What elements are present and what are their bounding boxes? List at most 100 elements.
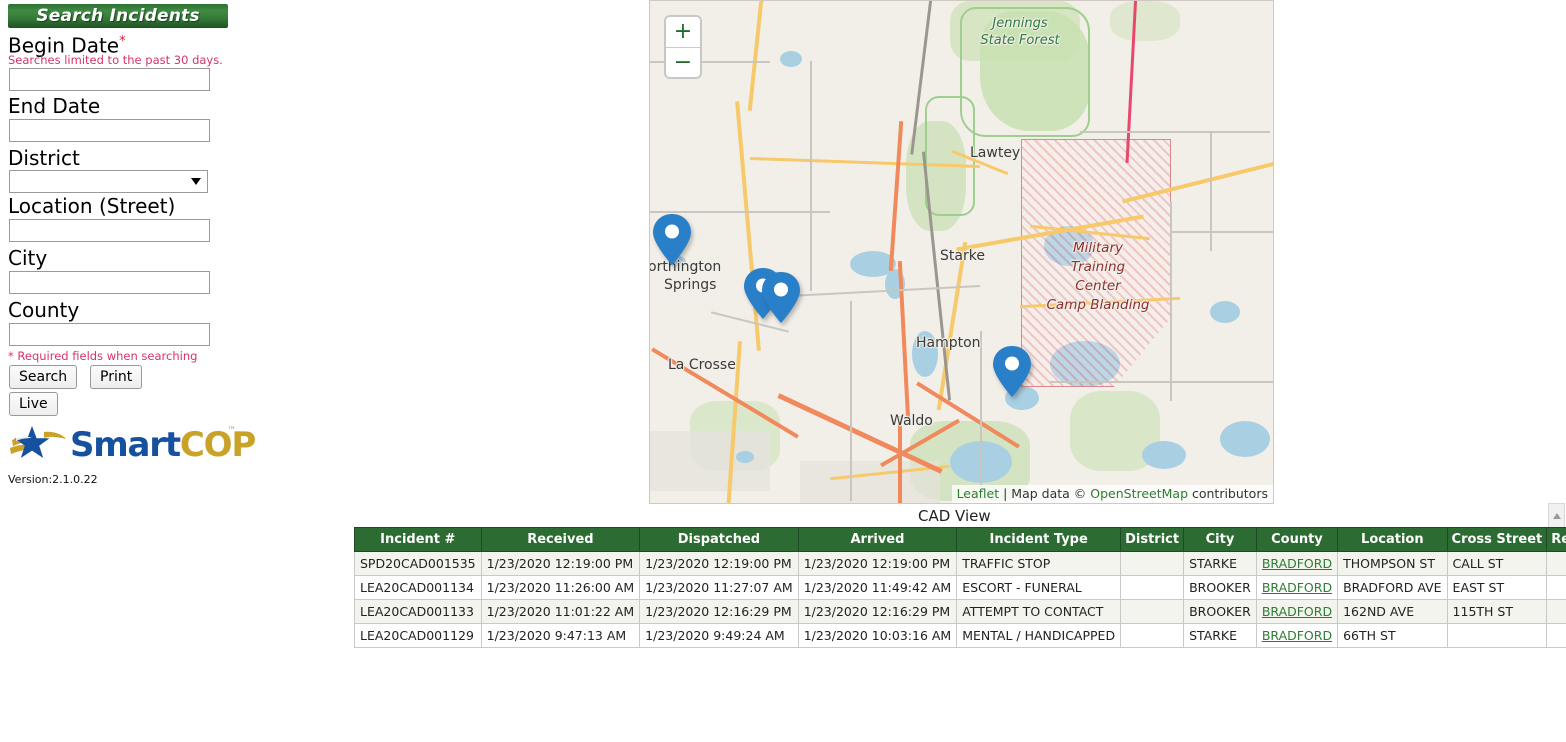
cell-district xyxy=(1121,600,1184,624)
cell-district xyxy=(1121,552,1184,576)
map-label-worthington-springs-line2: Springs xyxy=(664,277,716,293)
cell-city: STARKE xyxy=(1184,624,1257,648)
cell-incident-type: ESCORT - FUNERAL xyxy=(957,576,1121,600)
column-header-county[interactable]: County xyxy=(1256,528,1337,552)
incidents-table: Incident # Received Dispatched Arrived I… xyxy=(354,527,1566,648)
table-row[interactable]: LEA20CAD001134 1/23/2020 11:26:00 AM 1/2… xyxy=(355,576,1566,600)
live-button[interactable]: Live xyxy=(9,392,58,416)
cell-incident-number: SPD20CAD001535 xyxy=(355,552,482,576)
incident-map[interactable]: Jennings State Forest Military Training … xyxy=(649,0,1274,504)
openstreetmap-link[interactable]: OpenStreetMap xyxy=(1090,486,1188,501)
map-zoom-control[interactable]: + − xyxy=(664,15,702,79)
scroll-up-icon xyxy=(1553,513,1561,519)
cell-arrived: 1/23/2020 10:03:16 AM xyxy=(798,624,957,648)
cell-cross-street: EAST ST xyxy=(1447,576,1547,600)
map-label-starke: Starke xyxy=(940,248,985,264)
cell-received: 1/23/2020 12:19:00 PM xyxy=(481,552,640,576)
map-water xyxy=(780,51,802,67)
location-street-label: Location (Street) xyxy=(8,194,175,218)
cell-location: BRADFORD AVE xyxy=(1338,576,1447,600)
column-header-city[interactable]: City xyxy=(1184,528,1257,552)
column-header-location[interactable]: Location xyxy=(1338,528,1447,552)
search-button[interactable]: Search xyxy=(9,365,77,389)
zoom-out-button[interactable]: − xyxy=(666,47,700,77)
cell-location: 66TH ST xyxy=(1338,624,1447,648)
logo-text-cop: COP xyxy=(180,425,255,465)
cell-received: 1/23/2020 9:47:13 AM xyxy=(481,624,640,648)
cell-cross-street: CALL ST xyxy=(1447,552,1547,576)
military-label-line4: Camp Blanding xyxy=(1008,296,1188,315)
cell-location: 162ND AVE xyxy=(1338,600,1447,624)
table-row[interactable]: LEA20CAD001129 1/23/2020 9:47:13 AM 1/23… xyxy=(355,624,1566,648)
county-link[interactable]: BRADFORD xyxy=(1262,580,1332,595)
county-label: County xyxy=(8,298,79,322)
forest-label-line1: Jennings xyxy=(950,15,1090,32)
cell-dispatched: 1/23/2020 12:19:00 PM xyxy=(640,552,799,576)
map-road xyxy=(810,61,812,291)
cell-city: BROOKER xyxy=(1184,576,1257,600)
cell-received: 1/23/2020 11:26:00 AM xyxy=(481,576,640,600)
column-header-incident-number[interactable]: Incident # xyxy=(355,528,482,552)
map-road xyxy=(1170,231,1274,233)
city-input[interactable] xyxy=(9,271,210,294)
search-incidents-sidebar: Search Incidents Begin Date* Searches li… xyxy=(0,0,240,500)
begin-date-input[interactable] xyxy=(9,68,210,91)
cell-cross-street xyxy=(1447,624,1547,648)
county-input[interactable] xyxy=(9,323,210,346)
incidents-table-container: Incident # Received Dispatched Arrived I… xyxy=(354,527,1558,647)
city-label: City xyxy=(8,246,47,270)
map-marker-incident[interactable] xyxy=(991,345,1035,401)
end-date-label: End Date xyxy=(8,94,100,118)
cell-incident-number: LEA20CAD001134 xyxy=(355,576,482,600)
column-header-dispatched[interactable]: Dispatched xyxy=(640,528,799,552)
smartcop-star-icon xyxy=(8,424,68,468)
cell-dispatched: 1/23/2020 11:27:07 AM xyxy=(640,576,799,600)
map-road xyxy=(1080,131,1270,133)
cell-county: BRADFORD xyxy=(1256,552,1337,576)
cell-arrived: 1/23/2020 12:19:00 PM xyxy=(798,552,957,576)
district-label: District xyxy=(8,146,80,170)
map-label-waldo: Waldo xyxy=(890,413,933,429)
column-header-arrived[interactable]: Arrived xyxy=(798,528,957,552)
cell-dispatched: 1/23/2020 12:16:29 PM xyxy=(640,600,799,624)
district-select[interactable] xyxy=(9,170,208,193)
column-header-incident-type[interactable]: Incident Type xyxy=(957,528,1121,552)
map-marker-incident[interactable] xyxy=(651,213,695,269)
zoom-in-button[interactable]: + xyxy=(666,17,700,47)
forest-label-line2: State Forest xyxy=(950,32,1090,49)
cell-incident-type: ATTEMPT TO CONTACT xyxy=(957,600,1121,624)
column-header-district[interactable]: District xyxy=(1121,528,1184,552)
map-landcover xyxy=(1110,1,1180,41)
county-link[interactable]: BRADFORD xyxy=(1262,604,1332,619)
required-fields-note: * Required fields when searching xyxy=(8,350,197,363)
cell-incident-type: MENTAL / HANDICAPPED xyxy=(957,624,1121,648)
cell-incident-number: LEA20CAD001133 xyxy=(355,600,482,624)
column-header-received[interactable]: Received xyxy=(481,528,640,552)
map-marker-incident[interactable] xyxy=(760,271,804,327)
cell-county: BRADFORD xyxy=(1256,576,1337,600)
table-row[interactable]: SPD20CAD001535 1/23/2020 12:19:00 PM 1/2… xyxy=(355,552,1566,576)
table-row[interactable]: LEA20CAD001133 1/23/2020 11:01:22 AM 1/2… xyxy=(355,600,1566,624)
logo-text-smart: Smart xyxy=(70,425,180,465)
county-link[interactable]: BRADFORD xyxy=(1262,628,1332,643)
leaflet-link[interactable]: Leaflet xyxy=(957,486,1000,501)
county-link[interactable]: BRADFORD xyxy=(1262,556,1332,571)
map-label-lawtey: Lawtey xyxy=(970,145,1020,161)
map-road xyxy=(980,331,982,491)
location-street-input[interactable] xyxy=(9,219,210,242)
map-landcover xyxy=(650,431,770,491)
cell-remarks xyxy=(1547,552,1566,576)
column-header-cross-street[interactable]: Cross Street xyxy=(1447,528,1547,552)
cell-remarks xyxy=(1547,624,1566,648)
cell-remarks xyxy=(1547,600,1566,624)
end-date-input[interactable] xyxy=(9,119,210,142)
cell-city: BROOKER xyxy=(1184,600,1257,624)
cell-received: 1/23/2020 11:01:22 AM xyxy=(481,600,640,624)
print-button[interactable]: Print xyxy=(90,365,142,389)
column-header-remarks[interactable]: Remarks xyxy=(1547,528,1566,552)
panel-title: Search Incidents xyxy=(8,4,228,28)
cell-district xyxy=(1121,624,1184,648)
cell-arrived: 1/23/2020 11:49:42 AM xyxy=(798,576,957,600)
map-water xyxy=(736,451,754,463)
cell-remarks xyxy=(1547,576,1566,600)
